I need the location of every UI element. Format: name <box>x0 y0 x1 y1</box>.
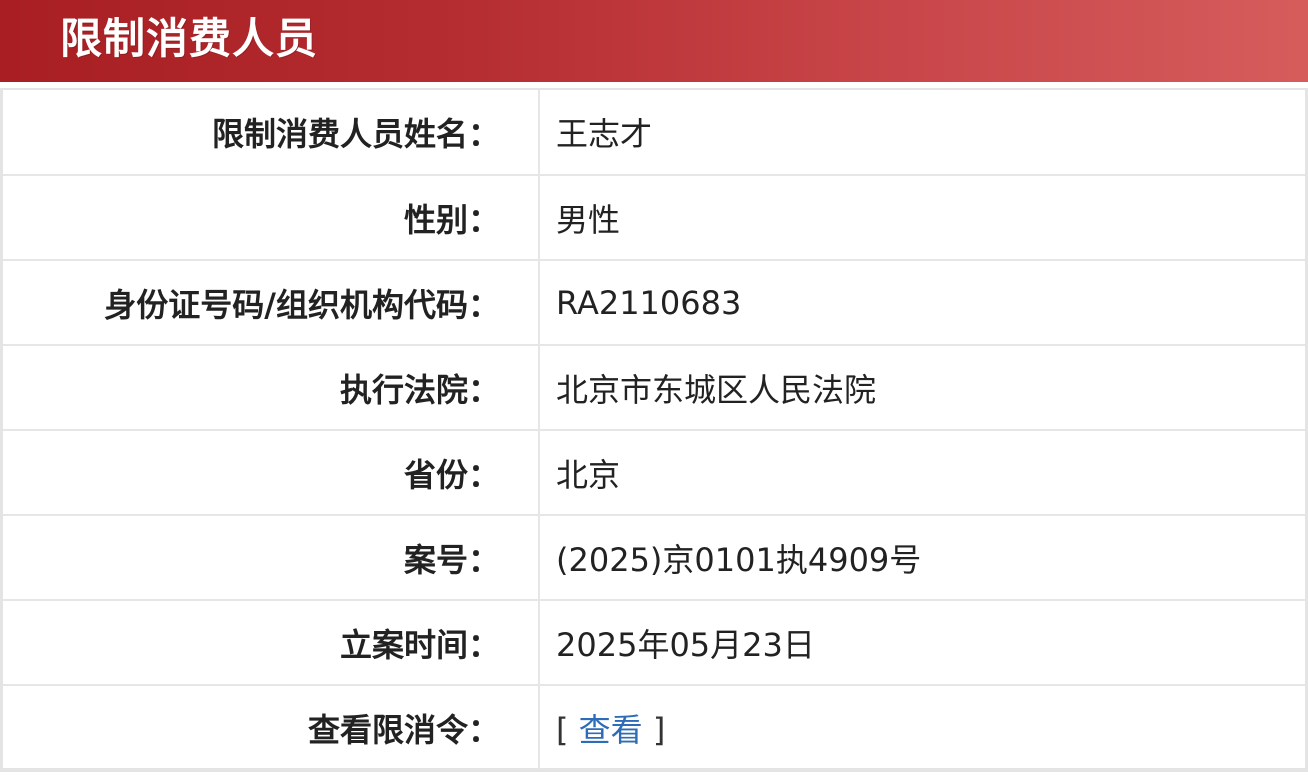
table-row-case-number: 案号： (2025)京0101执4909号 <box>3 515 1305 601</box>
id-number-value: RA2110683 <box>539 260 1305 346</box>
filing-date-label: 立案时间： <box>3 600 540 686</box>
gender-value: 男性 <box>539 175 1305 261</box>
info-table: 限制消费人员姓名： 王志才 性别： 男性 身份证号码/组织机构代码： RA211… <box>3 90 1305 770</box>
name-value: 王志才 <box>539 90 1305 176</box>
gender-label: 性别： <box>3 175 540 261</box>
case-number-label: 案号： <box>3 515 540 601</box>
table-row-gender: 性别： 男性 <box>3 175 1305 261</box>
case-number-value: (2025)京0101执4909号 <box>539 515 1305 601</box>
table-row-id-number: 身份证号码/组织机构代码： RA2110683 <box>3 260 1305 346</box>
table-row-name: 限制消费人员姓名： 王志才 <box>3 90 1305 176</box>
restricted-consumer-panel: 限制消费人员 限制消费人员姓名： 王志才 性别： 男性 身份证号码/组织机构代码… <box>0 0 1308 784</box>
panel-header: 限制消费人员 <box>0 0 1308 82</box>
table-row-province: 省份： 北京 <box>3 430 1305 516</box>
id-number-label: 身份证号码/组织机构代码： <box>3 260 540 346</box>
view-order-link[interactable]: 查看 <box>579 711 643 749</box>
court-label: 执行法院： <box>3 345 540 431</box>
bracket-close: ] <box>652 711 666 749</box>
court-value: 北京市东城区人民法院 <box>539 345 1305 431</box>
view-order-value: [ 查看 ] <box>539 685 1305 770</box>
filing-date-value: 2025年05月23日 <box>539 600 1305 686</box>
name-label: 限制消费人员姓名： <box>3 90 540 176</box>
table-row-view-order: 查看限消令： [ 查看 ] <box>3 685 1305 770</box>
panel-title: 限制消费人员 <box>60 14 319 63</box>
table-row-court: 执行法院： 北京市东城区人民法院 <box>3 345 1305 431</box>
province-value: 北京 <box>539 430 1305 516</box>
table-row-filing-date: 立案时间： 2025年05月23日 <box>3 600 1305 686</box>
bracket-open: [ <box>556 711 569 749</box>
view-order-label: 查看限消令： <box>3 685 540 770</box>
info-table-container: 限制消费人员姓名： 王志才 性别： 男性 身份证号码/组织机构代码： RA211… <box>0 88 1308 772</box>
province-label: 省份： <box>3 430 540 516</box>
